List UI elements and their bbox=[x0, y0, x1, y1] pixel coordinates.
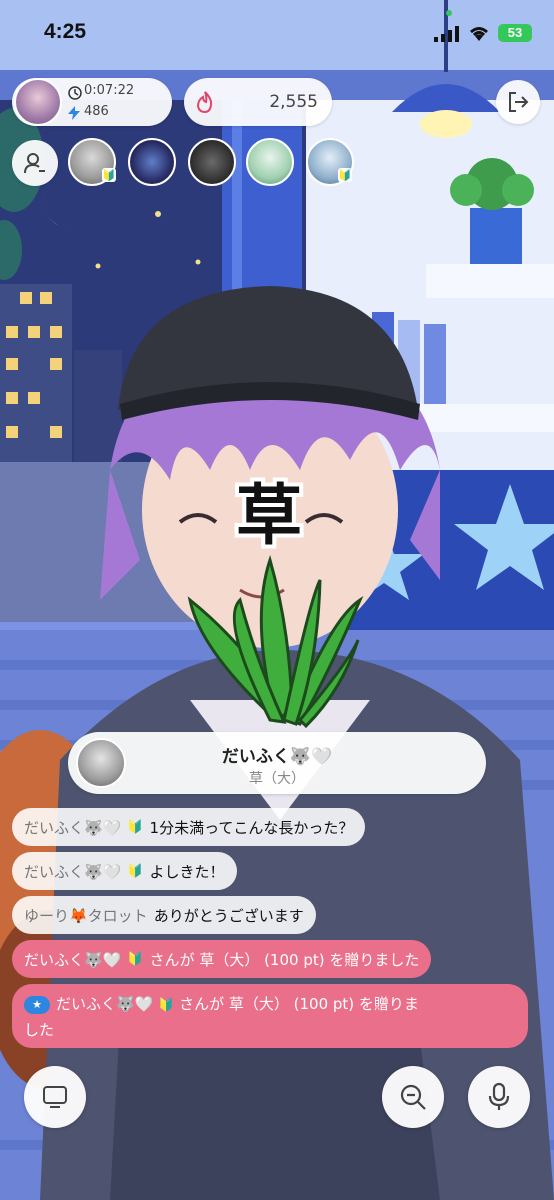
beginner-badge-icon: 🔰 bbox=[338, 168, 352, 182]
comment-button[interactable] bbox=[24, 1066, 86, 1128]
listener-count: 486 bbox=[84, 104, 109, 119]
gift-chat-message[interactable]: ★ だいふく🐺🤍 🔰 さんが 草（大） (100 pt) を贈りま した bbox=[12, 984, 528, 1048]
chat-text: 1分未満ってこんな長かった？ bbox=[149, 818, 354, 837]
points-pill[interactable]: 2,555 bbox=[184, 78, 332, 126]
gift-chat-message[interactable]: だいふく🐺🤍 🔰 さんが 草（大） (100 pt) を贈りました bbox=[12, 940, 432, 978]
battery-indicator: 53 bbox=[498, 24, 532, 42]
listener-list-button[interactable] bbox=[12, 140, 58, 186]
chat-message[interactable]: ゆーり🦊タロット ありがとうございます bbox=[12, 896, 316, 934]
host-stats-pill[interactable]: 0:07:22 486 bbox=[12, 78, 172, 126]
chat-username: だいふく🐺🤍 bbox=[24, 818, 122, 837]
microphone-icon bbox=[488, 1082, 510, 1110]
listener-avatar[interactable] bbox=[188, 138, 236, 186]
microphone-button[interactable] bbox=[468, 1066, 530, 1128]
star-badge-icon: ★ bbox=[24, 995, 50, 1014]
chat-username: だいふく🐺🤍 bbox=[24, 950, 122, 969]
chat-username: ゆーり🦊タロット bbox=[24, 906, 148, 925]
chat-username: だいふく🐺🤍 bbox=[56, 995, 154, 1013]
chat-text: さんが 草（大） (100 pt) を贈りました bbox=[149, 950, 420, 969]
cellular-signal-icon bbox=[434, 26, 460, 42]
camera-indicator-dot bbox=[446, 10, 452, 16]
host-avatar[interactable] bbox=[14, 78, 62, 126]
beginner-badge-icon: 🔰 bbox=[127, 819, 144, 835]
screen-icon bbox=[43, 1086, 67, 1108]
listener-avatar[interactable] bbox=[128, 138, 176, 186]
beginner-badge-icon: 🔰 bbox=[127, 951, 144, 967]
zoom-out-icon bbox=[400, 1084, 426, 1110]
zoom-out-button[interactable] bbox=[382, 1066, 444, 1128]
status-time: 4:25 bbox=[44, 20, 87, 43]
beginner-badge-icon: 🔰 bbox=[127, 863, 144, 879]
flame-points-icon bbox=[196, 91, 214, 117]
gift-banner: だいふく🐺🤍 草（大） bbox=[68, 732, 486, 794]
chat-text-continued: した bbox=[24, 1021, 55, 1039]
gift-sender-name: だいふく🐺🤍 bbox=[221, 747, 333, 767]
points-value: 2,555 bbox=[269, 92, 318, 112]
exit-button[interactable] bbox=[496, 80, 540, 124]
stream-elapsed-time: 0:07:22 bbox=[84, 83, 135, 98]
chat-text: ありがとうございます bbox=[153, 906, 304, 925]
beginner-badge-icon: 🔰 bbox=[102, 168, 116, 182]
listener-avatar[interactable] bbox=[246, 138, 294, 186]
beginner-badge-icon: 🔰 bbox=[158, 998, 175, 1013]
person-icon bbox=[24, 153, 45, 174]
gift-item-name: 草（大） bbox=[249, 771, 305, 787]
chat-message[interactable]: だいふく🐺🤍 🔰 1分未満ってこんな長かった？ bbox=[12, 808, 366, 846]
exit-icon bbox=[509, 92, 529, 112]
chat-message[interactable]: だいふく🐺🤍 🔰 よしきた！ bbox=[12, 852, 237, 890]
wifi-icon bbox=[468, 24, 490, 42]
chat-text: さんが 草（大） (100 pt) を贈りま bbox=[179, 995, 419, 1013]
clock-icon bbox=[68, 85, 82, 104]
gift-effect-kanji: 草 bbox=[236, 477, 302, 554]
chat-username: だいふく🐺🤍 bbox=[24, 862, 122, 881]
lightning-icon bbox=[68, 105, 80, 124]
chat-text: よしきた！ bbox=[149, 862, 225, 881]
